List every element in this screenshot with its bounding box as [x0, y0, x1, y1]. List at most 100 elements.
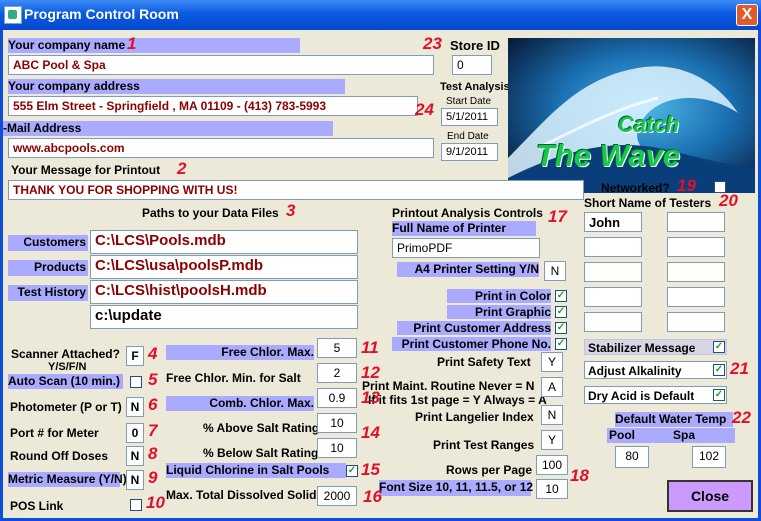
font-size-field[interactable]: 10	[536, 479, 568, 499]
print-graphic-checkbox[interactable]	[555, 306, 567, 318]
print-address-label: Print Customer Address	[397, 321, 551, 335]
scanner-field[interactable]: F	[126, 346, 144, 366]
window-close-button[interactable]: X	[736, 4, 758, 26]
tester-name-field-2[interactable]	[667, 212, 725, 232]
tester-name-field-10[interactable]	[667, 312, 725, 332]
email-label: -Mail Address	[3, 121, 333, 136]
port-field[interactable]: 0	[126, 423, 144, 443]
marker-1: 1	[127, 34, 137, 53]
print-safety-label: Print Safety Text	[437, 355, 531, 369]
email-field[interactable]: www.abcpools.com	[8, 138, 434, 158]
pos-link-checkbox[interactable]	[130, 499, 142, 511]
round-off-field[interactable]: N	[126, 446, 144, 466]
auto-scan-checkbox[interactable]	[130, 376, 142, 388]
test-history-path-field[interactable]: C:\LCS\hist\poolsH.mdb	[90, 280, 358, 304]
tester-name-field-5[interactable]	[584, 262, 642, 282]
marker-10: 10	[146, 493, 165, 512]
tester-name-field-4[interactable]	[667, 237, 725, 257]
marker-24: 24	[415, 100, 434, 119]
metric-field[interactable]: N	[126, 470, 144, 490]
rows-per-page-field[interactable]: 100	[536, 455, 568, 475]
marker-14: 14	[361, 423, 380, 442]
stabilizer-checkbox[interactable]	[713, 341, 725, 353]
marker-22: 22	[732, 408, 751, 427]
photometer-label: Photometer (P or T)	[10, 400, 122, 414]
message-field[interactable]: THANK YOU FOR SHOPPING WITH US!	[8, 180, 584, 200]
above-salt-field[interactable]: 10	[317, 413, 357, 433]
company-name-field[interactable]: ABC Pool & Spa	[8, 55, 434, 75]
title-bar[interactable]: Program Control Room X	[0, 0, 761, 30]
a4-setting-field[interactable]: N	[544, 261, 566, 281]
comb-chlor-max-field[interactable]: 0.9	[317, 388, 357, 408]
printout-heading: Printout Analysis Controls	[392, 206, 543, 220]
marker-8: 8	[148, 444, 158, 463]
pool-temp-field[interactable]: 80	[615, 446, 649, 468]
print-color-checkbox[interactable]	[555, 290, 567, 302]
marker-11: 11	[361, 338, 379, 357]
maint-routine-field[interactable]: A	[541, 377, 563, 397]
marker-23: 23	[423, 34, 442, 53]
start-date-label: Start Date	[446, 96, 492, 107]
marker-15: 15	[361, 460, 380, 479]
print-address-checkbox[interactable]	[555, 322, 567, 334]
company-name-label: Your company name	[8, 38, 300, 53]
auto-scan-label: Auto Scan (10 min.)	[8, 374, 123, 389]
spa-temp-field[interactable]: 102	[692, 446, 726, 468]
test-history-label: Test History	[8, 285, 88, 301]
company-address-field[interactable]: 555 Elm Street - Springfield , MA 01109 …	[8, 96, 418, 116]
metric-label: Metric Measure (Y/N)	[8, 472, 127, 487]
message-label: Your Message for Printout	[11, 163, 161, 177]
products-path-field[interactable]: C:\LCS\usa\poolsP.mdb	[90, 255, 358, 279]
printer-name-field[interactable]: PrimoPDF	[392, 238, 540, 258]
alkalinity-checkbox[interactable]	[713, 364, 725, 376]
print-phone-checkbox[interactable]	[555, 338, 567, 350]
maint-routine-sublabel: If it fits 1st page = Y Always = A	[368, 393, 547, 407]
dry-acid-label: Dry Acid is Default	[584, 386, 727, 404]
print-color-label: Print in Color	[447, 289, 551, 303]
stabilizer-label: Stabilizer Message	[584, 339, 727, 355]
langelier-field[interactable]: N	[541, 405, 563, 425]
pool-temp-label: Pool	[609, 428, 635, 442]
print-safety-field[interactable]: Y	[541, 352, 563, 372]
marker-21: 21	[730, 359, 749, 378]
tester-name-field-1[interactable]: John	[584, 212, 642, 232]
free-chlor-max-field[interactable]: 5	[317, 338, 357, 358]
alkalinity-label: Adjust Alkalinity	[584, 361, 727, 379]
close-button[interactable]: Close	[667, 480, 753, 512]
below-salt-label: % Below Salt Rating	[203, 446, 319, 460]
tester-name-field-8[interactable]	[667, 287, 725, 307]
tester-name-field-3[interactable]	[584, 237, 642, 257]
tester-name-field-9[interactable]	[584, 312, 642, 332]
form-area: Your company name 1 ABC Pool & Spa Your …	[3, 30, 758, 518]
end-date-field[interactable]: 9/1/2011	[441, 143, 498, 161]
tds-field[interactable]: 2000	[317, 486, 357, 506]
dry-acid-checkbox[interactable]	[713, 389, 725, 401]
scanner-label: Scanner Attached?	[11, 347, 120, 361]
free-chlor-min-field[interactable]: 2	[317, 363, 357, 383]
store-id-field[interactable]: 0	[452, 55, 492, 75]
marker-17: 17	[548, 207, 567, 226]
test-ranges-field[interactable]: Y	[541, 430, 563, 450]
tester-name-field-7[interactable]	[584, 287, 642, 307]
marker-16: 16	[363, 487, 382, 506]
testers-heading: Short Name of Testers	[584, 196, 712, 210]
photometer-field[interactable]: N	[126, 397, 144, 417]
test-ranges-label: Print Test Ranges	[433, 438, 535, 452]
below-salt-field[interactable]: 10	[317, 438, 357, 458]
scanner-sublabel: Y/S/F/N	[48, 361, 87, 373]
tester-name-field-6[interactable]	[667, 262, 725, 282]
program-control-room-window: Program Control Room X Your company name…	[0, 0, 761, 521]
marker-2: 2	[177, 159, 187, 178]
start-date-field[interactable]: 5/1/2011	[441, 108, 498, 126]
logo-line1: Catch	[618, 112, 680, 137]
liquid-chlorine-checkbox[interactable]	[346, 465, 358, 477]
free-chlor-max-label: Free Chlor. Max.	[166, 345, 314, 360]
print-graphic-label: Print Graphic	[447, 305, 551, 319]
products-label: Products	[8, 260, 88, 276]
customers-path-field[interactable]: C:\LCS\Pools.mdb	[90, 230, 358, 254]
marker-3: 3	[286, 201, 296, 220]
liquid-chlorine-label: Liquid Chlorine in Salt Pools	[166, 463, 346, 478]
company-address-label: Your company address	[8, 79, 345, 94]
free-chlor-min-label: Free Chlor. Min. for Salt	[166, 371, 301, 385]
update-path-field[interactable]: c:\update	[90, 305, 358, 329]
